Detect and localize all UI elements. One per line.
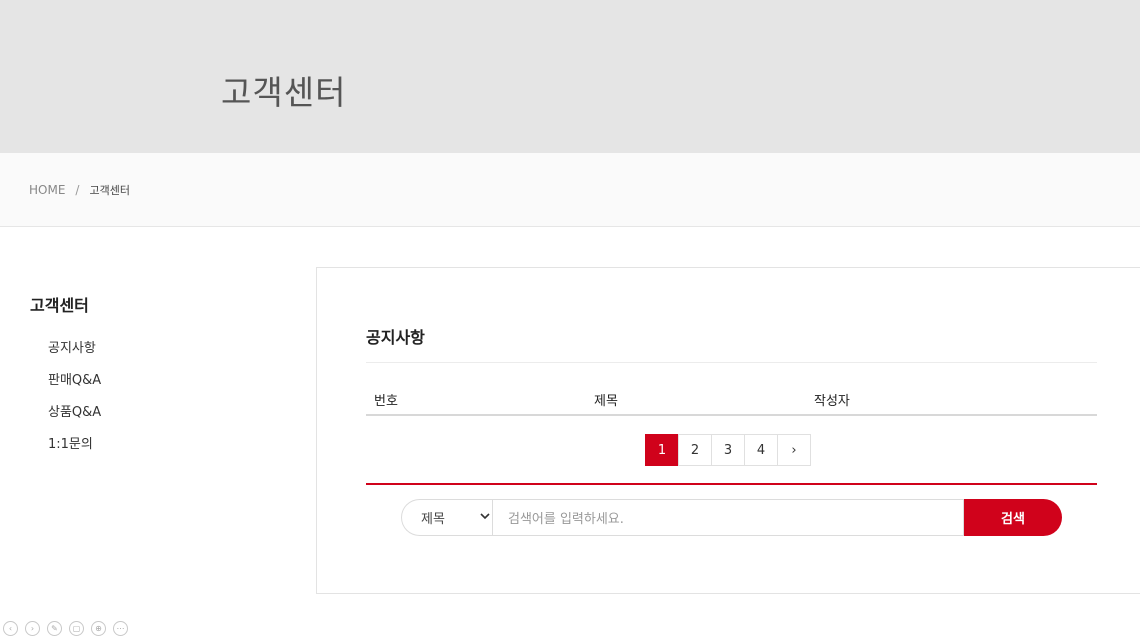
page-title: 고객센터 bbox=[221, 73, 347, 112]
breadcrumb-home-link[interactable]: HOME bbox=[29, 183, 65, 197]
copy-icon[interactable]: ▢ bbox=[69, 621, 84, 636]
chevron-down-icon bbox=[480, 511, 490, 524]
search-button[interactable]: 검색 bbox=[964, 499, 1062, 536]
breadcrumb: HOME / 고객센터 bbox=[29, 182, 130, 198]
page-button-2[interactable]: 2 bbox=[678, 434, 712, 466]
pen-icon[interactable]: ✎ bbox=[47, 621, 62, 636]
sidebar-item-sales-qna[interactable]: 판매Q&A bbox=[48, 372, 101, 404]
sidebar-item-product-qna[interactable]: 상품Q&A bbox=[48, 404, 101, 436]
search-field-select[interactable]: 제목 bbox=[401, 499, 492, 536]
search-input[interactable]: 검색어를 입력하세요. bbox=[492, 499, 964, 536]
sidebar-title: 고객센터 bbox=[30, 296, 89, 315]
sidebar-item-notice[interactable]: 공지사항 bbox=[48, 340, 101, 372]
more-icon[interactable]: ⋯ bbox=[113, 621, 128, 636]
breadcrumb-bar: HOME / 고객센터 bbox=[0, 153, 1140, 227]
page-hero: 고객센터 bbox=[0, 0, 1140, 153]
column-header-subject: 제목 bbox=[594, 394, 618, 409]
zoom-icon[interactable]: ⊕ bbox=[91, 621, 106, 636]
pagination: 1 2 3 4 › bbox=[645, 434, 811, 466]
table-header: 번호 제목 작성자 bbox=[366, 386, 1097, 416]
accent-divider bbox=[366, 483, 1097, 485]
divider bbox=[366, 362, 1097, 363]
column-header-number: 번호 bbox=[374, 394, 398, 409]
board-title: 공지사항 bbox=[366, 328, 425, 347]
column-header-writer: 작성자 bbox=[814, 394, 850, 409]
bottom-toolbar: ‹ › ✎ ▢ ⊕ ⋯ bbox=[3, 621, 135, 636]
board-panel bbox=[316, 267, 1140, 594]
play-icon[interactable]: › bbox=[25, 621, 40, 636]
search-field-value: 제목 bbox=[421, 512, 445, 527]
page-button-3[interactable]: 3 bbox=[711, 434, 745, 466]
sidebar-item-inquiry[interactable]: 1:1문의 bbox=[48, 436, 101, 468]
page-button-1[interactable]: 1 bbox=[645, 434, 679, 466]
breadcrumb-separator: / bbox=[75, 183, 80, 197]
page-button-4[interactable]: 4 bbox=[744, 434, 778, 466]
prev-icon[interactable]: ‹ bbox=[3, 621, 18, 636]
next-page-button[interactable]: › bbox=[777, 434, 811, 466]
sidebar-menu: 공지사항 판매Q&A 상품Q&A 1:1문의 bbox=[48, 340, 101, 468]
breadcrumb-current: 고객센터 bbox=[89, 184, 130, 197]
search-bar: 제목 검색어를 입력하세요. 검색 bbox=[401, 499, 1062, 536]
